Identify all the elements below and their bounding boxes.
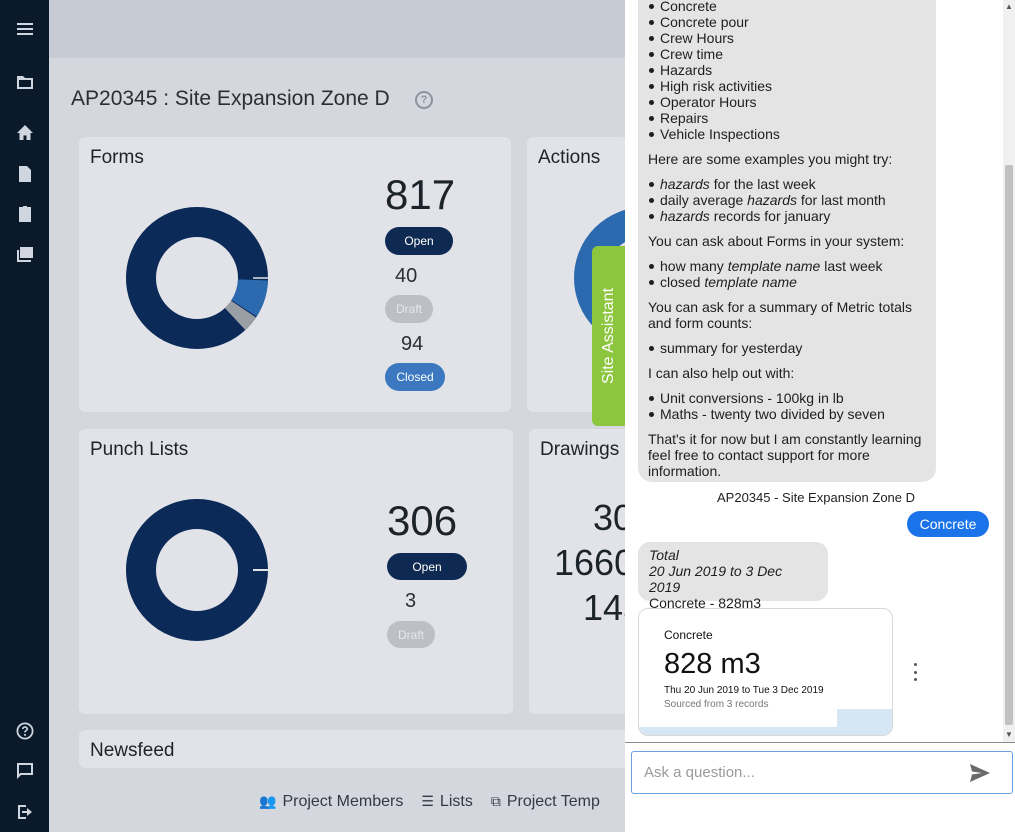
example-item: how many template name last week: [648, 258, 926, 274]
photos-icon[interactable]: [14, 243, 36, 265]
metric-item: Repairs: [648, 110, 926, 126]
punch-lists-card[interactable]: Punch Lists 306 Open 3 Draft: [79, 429, 513, 714]
forms-total: 817: [385, 171, 456, 218]
chat-scrollbar[interactable]: ▲ ▼: [1003, 0, 1015, 742]
site-assistant-tab-label: Site Assistant: [599, 287, 617, 385]
metric-item: Operator Hours: [648, 94, 926, 110]
metric-card-date-range: Thu 20 Jun 2019 to Tue 3 Dec 2019: [664, 685, 824, 696]
newsfeed-title: Newsfeed: [90, 740, 175, 761]
metric-item: Concrete pour: [648, 14, 926, 30]
scroll-up-arrow-icon[interactable]: ▲: [1005, 2, 1013, 11]
example-item: closed template name: [648, 274, 926, 290]
document-icon[interactable]: [14, 163, 36, 185]
copy-icon: ⧉: [490, 793, 501, 809]
clipboard-check-icon[interactable]: [14, 203, 36, 225]
more-options-icon[interactable]: [910, 663, 920, 681]
example-item: summary for yesterday: [648, 340, 926, 356]
examples-list: hazards for the last week daily average …: [648, 176, 926, 224]
context-label: AP20345 - Site Expansion Zone D: [717, 490, 916, 505]
forms-closed-count: 94: [401, 333, 424, 355]
punch-lists-draft-count: 3: [405, 590, 417, 612]
assistant-reply-bubble: Total 20 Jun 2019 to 3 Dec 2019 Concrete…: [638, 542, 828, 611]
forms-draft-count: 40: [395, 265, 418, 287]
outro-text: That's it for now but I am constantly le…: [648, 431, 922, 479]
reply-total-label: Total: [649, 547, 679, 563]
user-message-bubble: Concrete: [907, 511, 989, 537]
metric-item: Crew time: [648, 46, 926, 62]
example-item: hazards records for january: [648, 208, 926, 224]
footer-links: 👥 Project Members ☰ Lists ⧉ Project Temp: [259, 793, 600, 811]
scrollbar-thumb[interactable]: [1005, 165, 1013, 725]
logout-icon[interactable]: [14, 801, 36, 823]
left-nav-rail: [0, 0, 49, 832]
punch-lists-total: 306: [387, 497, 458, 544]
people-icon: 👥: [259, 793, 277, 809]
folder-icon[interactable]: [14, 71, 36, 93]
drawings-title: Drawings: [540, 439, 620, 460]
lists-link[interactable]: ☰ Lists: [421, 793, 472, 811]
project-members-link[interactable]: 👥 Project Members: [259, 793, 403, 811]
help-icon[interactable]: [14, 720, 36, 742]
forms-draft-badge[interactable]: Draft: [385, 295, 433, 323]
metric-card-source: Sourced from 3 records: [664, 699, 769, 710]
help-list: Unit conversions - 100kg in lb Maths - t…: [648, 390, 926, 422]
example-item: Unit conversions - 100kg in lb: [648, 390, 926, 406]
metric-card-title: Concrete: [664, 628, 713, 642]
metric-item: High risk activities: [648, 78, 926, 94]
forms-card[interactable]: Forms 817 Open 40 Draft 94 Closed: [79, 137, 511, 412]
punch-lists-title: Punch Lists: [90, 439, 189, 460]
metric-item: Hazards: [648, 62, 926, 78]
help-circle-icon[interactable]: ?: [415, 91, 433, 109]
page-title: AP20345 : Site Expansion Zone D: [71, 87, 390, 110]
forms-examples-list: how many template name last week closed …: [648, 258, 926, 290]
scroll-down-arrow-icon[interactable]: ▼: [1005, 730, 1013, 739]
ask-question-input[interactable]: [631, 751, 1013, 794]
punch-lists-donut-chart: [126, 499, 268, 641]
examples-intro: Here are some examples you might try:: [648, 151, 893, 167]
menu-icon[interactable]: [14, 18, 36, 40]
punch-lists-draft-badge[interactable]: Draft: [387, 621, 435, 648]
forms-title: Forms: [90, 147, 144, 168]
forms-closed-badge[interactable]: Closed: [385, 363, 445, 391]
metric-item: Vehicle Inspections: [648, 126, 926, 142]
summary-list: summary for yesterday: [648, 340, 926, 356]
metric-card-value: 828 m3: [664, 648, 761, 680]
forms-open-badge[interactable]: Open: [385, 227, 453, 255]
project-templates-link[interactable]: ⧉ Project Temp: [491, 793, 600, 811]
site-assistant-tab[interactable]: Site Assistant: [592, 246, 625, 426]
metric-item: Concrete: [648, 0, 926, 14]
newsfeed-card[interactable]: Newsfeed: [79, 730, 629, 768]
assistant-help-bubble: Concrete Concrete pour Crew Hours Crew t…: [638, 0, 936, 482]
drawings-card[interactable]: Drawings 30 1660 145: [529, 429, 643, 714]
actions-title: Actions: [538, 147, 601, 168]
metric-result-card[interactable]: Concrete 828 m3 Thu 20 Jun 2019 to Tue 3…: [638, 608, 893, 736]
help-intro: I can also help out with:: [648, 365, 795, 381]
chat-icon[interactable]: [14, 760, 36, 782]
punch-lists-open-badge[interactable]: Open: [387, 553, 467, 580]
drawings-count-2: 1660: [554, 542, 635, 583]
forms-donut-chart: [126, 207, 268, 349]
example-item: daily average hazards for last month: [648, 192, 926, 208]
list-icon: ☰: [421, 793, 434, 809]
metric-item: Crew Hours: [648, 30, 926, 46]
summary-intro: You can ask for a summary of Metric tota…: [648, 299, 913, 331]
reply-date-range: 20 Jun 2019 to 3 Dec 2019: [649, 563, 783, 595]
example-item: hazards for the last week: [648, 176, 926, 192]
example-item: Maths - twenty two divided by seven: [648, 406, 926, 422]
home-icon[interactable]: [14, 122, 36, 144]
send-icon[interactable]: [968, 762, 992, 784]
metric-list: Concrete Concrete pour Crew Hours Crew t…: [648, 0, 926, 142]
forms-intro: You can ask about Forms in your system:: [648, 233, 905, 249]
